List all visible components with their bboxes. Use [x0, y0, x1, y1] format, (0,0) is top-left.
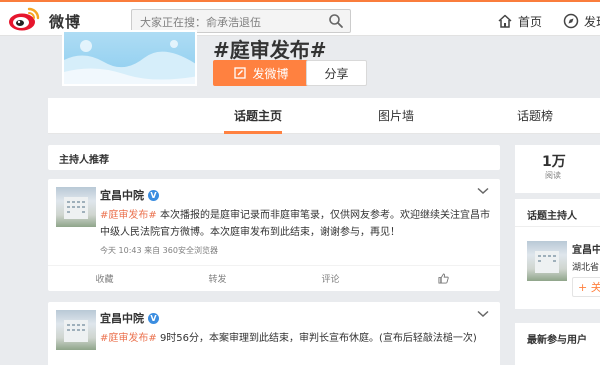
- avatar[interactable]: [56, 310, 96, 350]
- read-count-label: 阅读: [545, 171, 561, 180]
- repost-label: 转发: [208, 275, 227, 285]
- post-hashtag[interactable]: #庭审发布#: [100, 333, 157, 344]
- post-content: #庭审发布# 本次播报的是庭审记录而非庭审笔录，仅供网友参考。欢迎继续关注宜昌市…: [100, 207, 490, 241]
- tab-topic-ranking[interactable]: 话题榜: [517, 107, 553, 124]
- host-location: 湖北省: [572, 263, 600, 273]
- read-count-box: 1万 阅读: [515, 145, 600, 193]
- post-weibo-button[interactable]: 发微博: [213, 60, 310, 86]
- username-text: 宜昌中院: [100, 189, 144, 202]
- host-name[interactable]: 宜昌中: [572, 241, 600, 256]
- weibo-logo[interactable]: 微博: [7, 6, 87, 32]
- comment-label: 评论: [321, 275, 340, 285]
- verified-badge-icon: V: [148, 312, 159, 324]
- post-username[interactable]: 宜昌中院 V: [100, 187, 159, 203]
- recent-participants-box: 最新参与用户: [515, 323, 600, 365]
- chevron-down-icon[interactable]: [477, 187, 489, 195]
- post-content: #庭审发布# 9时56分，本案审理到此结束，审判长宣布休庭。(宣布后轻敲法槌一次…: [100, 330, 490, 347]
- post-weibo-label: 发微博: [252, 66, 289, 81]
- follow-label: + 关: [578, 281, 600, 294]
- recent-section-title: 最新参与用户: [527, 335, 587, 346]
- discover-icon: [563, 13, 579, 29]
- repost-button[interactable]: 转发: [161, 266, 274, 291]
- nav-home-label: 首页: [518, 14, 543, 29]
- active-tab-indicator: [224, 131, 282, 134]
- read-count-value: 1万: [542, 154, 566, 170]
- divider: [515, 226, 600, 227]
- nav-discover-link[interactable]: 发现: [563, 11, 600, 31]
- avatar[interactable]: [56, 187, 96, 227]
- share-button[interactable]: 分享: [306, 60, 367, 86]
- topic-host-box: 话题主持人 宜昌中 湖北省 + 关: [515, 199, 600, 309]
- host-recommend-header: 主持人推荐: [48, 145, 500, 170]
- tab-photo-wall[interactable]: 图片墙: [378, 107, 414, 124]
- weibo-eye-icon: [9, 7, 40, 31]
- search-icon[interactable]: [328, 13, 344, 29]
- edit-icon: [234, 67, 247, 79]
- chevron-down-icon[interactable]: [477, 310, 489, 318]
- avatar[interactable]: [527, 241, 567, 281]
- comment-button[interactable]: 评论: [274, 266, 387, 291]
- follow-button[interactable]: + 关: [572, 277, 600, 297]
- logo-text: 微博: [49, 13, 82, 31]
- section-label: 主持人推荐: [59, 155, 109, 166]
- share-label: 分享: [324, 66, 349, 81]
- post-action-bar: 收藏 转发 评论 赞: [48, 265, 500, 291]
- tab-topic-home[interactable]: 话题主页: [234, 107, 282, 124]
- nav-home-link[interactable]: 首页: [497, 11, 542, 31]
- home-icon: [498, 14, 512, 28]
- username-text: 宜昌中院: [100, 312, 144, 325]
- post-username[interactable]: 宜昌中院 V: [100, 310, 159, 326]
- feed-post-card: 宜昌中院 V #庭审发布# 本次播报的是庭审记录而非庭审笔录，仅供网友参考。欢迎…: [48, 179, 500, 291]
- post-meta: 今天 10:43 来自 360安全浏览器: [100, 246, 218, 255]
- post-hashtag[interactable]: #庭审发布#: [100, 210, 157, 221]
- verified-badge-icon: V: [148, 189, 159, 201]
- host-section-title: 话题主持人: [527, 211, 577, 222]
- feed-post-card: 宜昌中院 V #庭审发布# 9时56分，本案审理到此结束，审判长宣布休庭。(宣布…: [48, 302, 500, 365]
- favorite-button[interactable]: 收藏: [48, 266, 161, 291]
- thumbs-up-icon: [438, 273, 449, 284]
- post-body: 本次播报的是庭审记录而非庭审笔录，仅供网友参考。欢迎继续关注宜昌市中级人民法院官…: [100, 210, 490, 238]
- like-button[interactable]: 赞: [387, 266, 500, 291]
- topic-title: #庭审发布#: [213, 38, 327, 62]
- topic-tab-bar: 话题主页 图片墙 话题榜: [48, 98, 600, 134]
- banner-illustration: [64, 40, 195, 84]
- search-placeholder: 大家正在搜：俞承浩退伍: [140, 16, 261, 29]
- post-body: 9时56分，本案审理到此结束，审判长宣布休庭。(宣布后轻敲法槌一次): [156, 333, 477, 344]
- favorite-label: 收藏: [95, 275, 114, 285]
- nav-discover-label: 发现: [584, 14, 600, 29]
- topic-banner-image: [62, 30, 197, 86]
